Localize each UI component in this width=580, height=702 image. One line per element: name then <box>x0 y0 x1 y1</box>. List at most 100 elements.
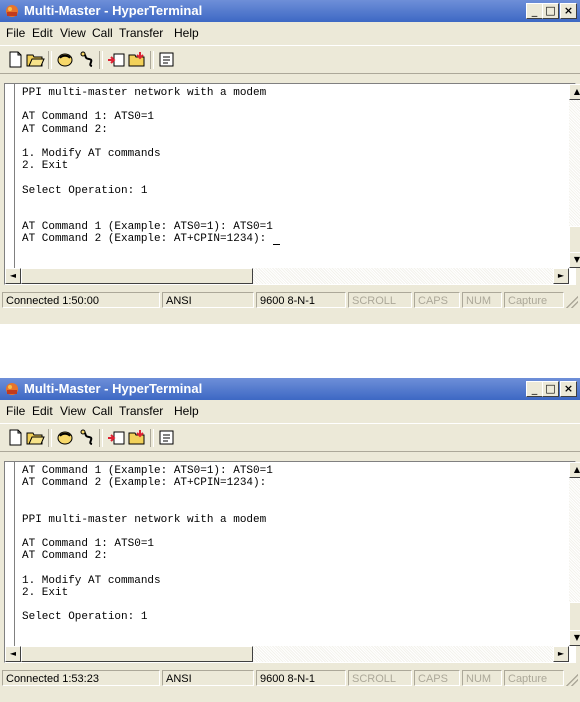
scroll-up-arrow-icon[interactable]: ▲ <box>569 462 580 478</box>
menu-call[interactable]: Call <box>92 26 113 40</box>
terminal-line: AT Command 2 (Example: AT+CPIN=1234): <box>22 477 267 490</box>
vertical-scrollbar[interactable]: ▲ ▼ <box>569 462 580 646</box>
terminal-line: PPI multi-master network with a modem <box>22 87 267 99</box>
open-icon[interactable] <box>25 50 45 69</box>
scroll-right-arrow-icon[interactable]: ► <box>553 268 569 284</box>
window-title: Multi-Master - HyperTerminal <box>24 3 203 18</box>
receive-icon[interactable] <box>127 50 147 69</box>
connect-icon[interactable] <box>55 428 75 447</box>
toolbar-separator <box>48 429 52 447</box>
connect-icon[interactable] <box>55 50 75 69</box>
terminal-line: AT Command 1 (Example: ATS0=1): ATS0=1 <box>22 221 273 234</box>
terminal-line: AT Command 1 (Example: ATS0=1): ATS0=1 <box>22 465 273 477</box>
scroll-left-arrow-icon[interactable]: ◄ <box>5 646 21 662</box>
status-emulation: ANSI <box>162 292 254 308</box>
resize-grip-icon[interactable] <box>566 296 578 308</box>
properties-icon[interactable] <box>157 428 177 447</box>
status-caps: CAPS <box>414 292 460 308</box>
menu-transfer[interactable]: Transfer <box>119 26 163 40</box>
vertical-scrollbar[interactable]: ▲ ▼ <box>569 84 580 268</box>
terminal-output: PPI multi-master network with a modem AT … <box>22 87 280 246</box>
menu-view[interactable]: View <box>60 404 86 418</box>
toolbar <box>0 423 580 452</box>
hyperterminal-app-icon <box>6 383 18 395</box>
scroll-up-arrow-icon[interactable]: ▲ <box>569 84 580 100</box>
menu-view[interactable]: View <box>60 26 86 40</box>
menu-file[interactable]: File <box>6 404 25 418</box>
toolbar-separator <box>99 51 103 69</box>
hyperterminal-window-1: Multi-Master - HyperTerminal _ □ × File … <box>0 0 580 324</box>
menu-transfer[interactable]: Transfer <box>119 404 163 418</box>
minimize-button[interactable]: _ <box>526 3 543 19</box>
menu-edit[interactable]: Edit <box>32 26 53 40</box>
receive-icon[interactable] <box>127 428 147 447</box>
send-icon[interactable] <box>106 428 126 447</box>
close-button[interactable]: × <box>560 3 577 19</box>
menu-help[interactable]: Help <box>174 404 199 418</box>
terminal-screen[interactable]: AT Command 1 (Example: ATS0=1): ATS0=1 AT… <box>4 461 580 663</box>
resize-grip-icon[interactable] <box>566 674 578 686</box>
title-bar[interactable]: Multi-Master - HyperTerminal _ □ × <box>0 378 580 400</box>
terminal-line: AT Command 2: <box>22 550 108 563</box>
toolbar-separator <box>99 429 103 447</box>
new-connection-icon[interactable] <box>5 428 25 447</box>
terminal-margin <box>5 84 15 284</box>
maximize-button[interactable]: □ <box>542 381 559 397</box>
terminal-line: AT Command 2: <box>22 123 108 136</box>
status-port-settings: 9600 8-N-1 <box>256 292 346 308</box>
terminal-line: Select Operation: 1 <box>22 611 148 624</box>
terminal-screen[interactable]: PPI multi-master network with a modem AT … <box>4 83 580 285</box>
menu-call[interactable]: Call <box>92 404 113 418</box>
text-cursor <box>272 244 280 246</box>
scroll-down-arrow-icon[interactable]: ▼ <box>569 630 580 646</box>
status-port-settings: 9600 8-N-1 <box>256 670 346 686</box>
horizontal-scrollbar[interactable]: ◄ ► <box>5 268 569 284</box>
scrollbar-thumb[interactable] <box>569 226 580 254</box>
terminal-line: 2. Exit <box>22 586 69 599</box>
maximize-button[interactable]: □ <box>542 3 559 19</box>
disconnect-icon[interactable] <box>76 428 96 447</box>
terminal-prompt: AT Command 2 (Example: AT+CPIN=1234): <box>22 233 273 246</box>
terminal-output: AT Command 1 (Example: ATS0=1): ATS0=1 AT… <box>22 465 273 623</box>
close-button[interactable]: × <box>560 381 577 397</box>
terminal-line: AT Command 1: ATS0=1 <box>22 538 155 551</box>
status-connected: Connected 1:53:23 <box>2 670 160 686</box>
horizontal-scrollbar[interactable]: ◄ ► <box>5 646 569 662</box>
terminal-line-input: AT Command 2 (Example: AT+CPIN=1234): <box>22 233 280 246</box>
terminal-line: Select Operation: 1 <box>22 184 148 197</box>
new-connection-icon[interactable] <box>5 50 25 69</box>
disconnect-icon[interactable] <box>76 50 96 69</box>
status-scroll: SCROLL <box>348 670 412 686</box>
properties-icon[interactable] <box>157 50 177 69</box>
status-capture: Capture <box>504 292 564 308</box>
menu-file[interactable]: File <box>6 26 25 40</box>
status-connected: Connected 1:50:00 <box>2 292 160 308</box>
terminal-line: PPI multi-master network with a modem <box>22 513 267 526</box>
scrollbar-thumb[interactable] <box>21 646 253 662</box>
scrollbar-thumb[interactable] <box>21 268 253 284</box>
scroll-left-arrow-icon[interactable]: ◄ <box>5 268 21 284</box>
terminal-line: AT Command 1: ATS0=1 <box>22 111 155 124</box>
scroll-down-arrow-icon[interactable]: ▼ <box>569 252 580 268</box>
status-caps: CAPS <box>414 670 460 686</box>
terminal-line: 2. Exit <box>22 160 69 173</box>
minimize-button[interactable]: _ <box>526 381 543 397</box>
scroll-right-arrow-icon[interactable]: ► <box>553 646 569 662</box>
status-num: NUM <box>462 670 502 686</box>
status-num: NUM <box>462 292 502 308</box>
open-icon[interactable] <box>25 428 45 447</box>
toolbar-separator <box>48 51 52 69</box>
title-bar[interactable]: Multi-Master - HyperTerminal _ □ × <box>0 0 580 22</box>
menu-help[interactable]: Help <box>174 26 199 40</box>
send-icon[interactable] <box>106 50 126 69</box>
scrollbar-thumb[interactable] <box>569 602 580 632</box>
menu-edit[interactable]: Edit <box>32 404 53 418</box>
